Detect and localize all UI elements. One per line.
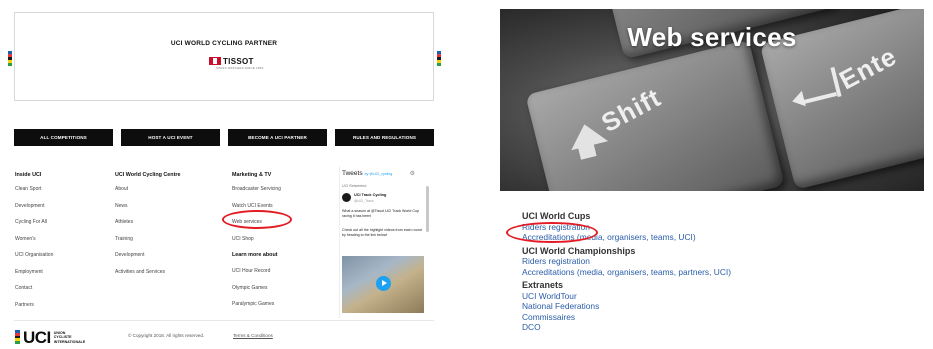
footer-column-marketing: Marketing & TV Broadcaster Servicing Wat… xyxy=(232,172,332,318)
section-heading-world-cups: UCI World Cups xyxy=(522,211,591,221)
section-heading-world-championships: UCI World Championships xyxy=(522,245,636,256)
nav-button-host-event[interactable]: HOST A UCI EVENT xyxy=(121,129,220,146)
retweet-label: UCI Retweeted xyxy=(342,184,367,188)
page-title: Web services xyxy=(627,22,797,52)
twitter-widget[interactable]: Tweets by @UCI_cycling ⚙ UCI Retweeted UC… xyxy=(339,166,429,318)
footer-link[interactable]: Employment xyxy=(15,269,115,286)
section-heading-extranets: Extranets xyxy=(522,280,564,290)
tweet-text: What a season at @Tissot UCI Track World… xyxy=(342,209,419,218)
uci-logo-line: INTERNATIONALE xyxy=(53,339,86,344)
gear-icon[interactable]: ⚙ xyxy=(410,170,415,177)
tissot-logo[interactable]: TISSOT xyxy=(209,56,254,66)
footer-link[interactable]: Contact xyxy=(15,285,115,302)
nav-button-become-partner[interactable]: BECOME A UCI PARTNER xyxy=(228,129,327,146)
tissot-cross-icon xyxy=(209,57,221,65)
terms-link[interactable]: Terms & Conditions xyxy=(233,333,273,338)
column-heading: Marketing & TV xyxy=(232,172,272,178)
footer-column-inside-uci: Inside UCI Clean Sport Development Cycli… xyxy=(15,172,115,318)
nav-button-row: ALL COMPETITIONS HOST A UCI EVENT BECOME… xyxy=(14,129,434,146)
tissot-tagline: SWISS WATCHES SINCE 1853 xyxy=(216,66,264,70)
footer-link[interactable]: Training xyxy=(115,236,215,253)
nav-button-rules[interactable]: RULES AND REGULATIONS xyxy=(335,129,434,146)
footer-link[interactable]: Partners xyxy=(15,302,115,319)
tweet-account-name[interactable]: UCI Track Cycling xyxy=(354,193,386,197)
extranet-link[interactable]: National Federations xyxy=(522,301,922,312)
rainbow-stripe-right xyxy=(437,51,441,66)
tweets-title: Tweets by @UCI_cycling xyxy=(342,170,392,177)
tweet-video-thumbnail[interactable] xyxy=(342,256,424,313)
column-heading: UCI World Cycling Centre xyxy=(115,172,181,178)
tweets-title-text: Tweets xyxy=(342,170,363,177)
accreditations-link[interactable]: Accreditations (media, organisers, teams… xyxy=(522,232,922,243)
column-heading: Inside UCI xyxy=(15,172,42,178)
rainbow-band xyxy=(15,341,20,344)
tweet-text-2: Check out all the highlight videos from … xyxy=(342,228,422,237)
web-services-link[interactable]: Web services xyxy=(232,219,332,236)
partner-banner[interactable]: UCI WORLD CYCLING PARTNER TISSOT SWISS W… xyxy=(14,12,434,101)
tissot-logo-text: TISSOT xyxy=(223,56,254,66)
footer-divider xyxy=(14,320,434,321)
riders-registration-link[interactable]: Riders registration xyxy=(522,256,922,267)
uci-logo-letters: UCI xyxy=(23,328,51,347)
footer-link[interactable]: UCI Shop xyxy=(232,236,332,253)
footer-link[interactable]: Development xyxy=(115,252,215,269)
footer-link[interactable]: Women's xyxy=(15,236,115,253)
footer-column-wcc: UCI World Cycling Centre About News Athl… xyxy=(115,172,215,285)
uci-logo-small-text: UNION CYCLISTE INTERNATIONALE xyxy=(54,331,85,344)
footer-link[interactable]: UCI Hour Record xyxy=(232,268,332,285)
footer-link[interactable]: About xyxy=(115,186,215,203)
footer-link[interactable]: News xyxy=(115,203,215,220)
extranet-link[interactable]: DCO xyxy=(522,322,922,333)
accreditations-link[interactable]: Accreditations (media, organisers, teams… xyxy=(522,267,922,278)
avatar[interactable] xyxy=(342,193,351,202)
copyright-text: © Copyright 2018. All rights reserved. xyxy=(128,333,205,338)
uci-logo[interactable]: UCI UNION CYCLISTE INTERNATIONALE xyxy=(15,328,85,349)
footer-link[interactable]: UCI Organisation xyxy=(15,252,115,269)
play-icon[interactable] xyxy=(376,276,391,291)
riders-registration-link[interactable]: Riders registration xyxy=(522,222,922,233)
footer-link[interactable]: Cycling For All xyxy=(15,219,115,236)
rainbow-band xyxy=(437,63,441,66)
footer-link[interactable]: Paralympic Games xyxy=(232,301,332,318)
footer-link[interactable]: Development xyxy=(15,203,115,220)
footer-link[interactable]: Athletes xyxy=(115,219,215,236)
uci-footer-screenshot: UCI WORLD CYCLING PARTNER TISSOT SWISS W… xyxy=(0,0,448,349)
rainbow-band xyxy=(8,63,12,66)
rainbow-stripe-left xyxy=(8,51,12,66)
footer-link[interactable]: Activities and Services xyxy=(115,269,215,286)
footer-link[interactable]: Olympic Games xyxy=(232,285,332,302)
uci-rainbow-icon xyxy=(15,330,20,344)
web-services-page: Shift Ente Web services UCI World Cups R… xyxy=(486,0,933,349)
extranet-link[interactable]: Commissaires xyxy=(522,312,922,323)
footer-link[interactable]: Watch UCI Events xyxy=(232,203,332,220)
partner-title: UCI WORLD CYCLING PARTNER xyxy=(170,40,278,47)
tweets-by-link[interactable]: by @UCI_cycling xyxy=(365,172,393,176)
web-services-links: UCI World Cups Riders registration Accre… xyxy=(522,211,922,333)
footer-link[interactable]: Clean Sport xyxy=(15,186,115,203)
extranet-link[interactable]: UCI WorldTour xyxy=(522,291,922,302)
keyboard-hero-image: Shift Ente Web services xyxy=(500,9,924,191)
footer-link[interactable]: Broadcaster Servicing xyxy=(232,186,332,203)
tweets-scrollbar[interactable] xyxy=(426,186,429,232)
learn-more-heading: Learn more about xyxy=(232,252,278,258)
tweet-account-handle[interactable]: @UCI_Track xyxy=(354,199,374,203)
nav-button-all-competitions[interactable]: ALL COMPETITIONS xyxy=(14,129,113,146)
